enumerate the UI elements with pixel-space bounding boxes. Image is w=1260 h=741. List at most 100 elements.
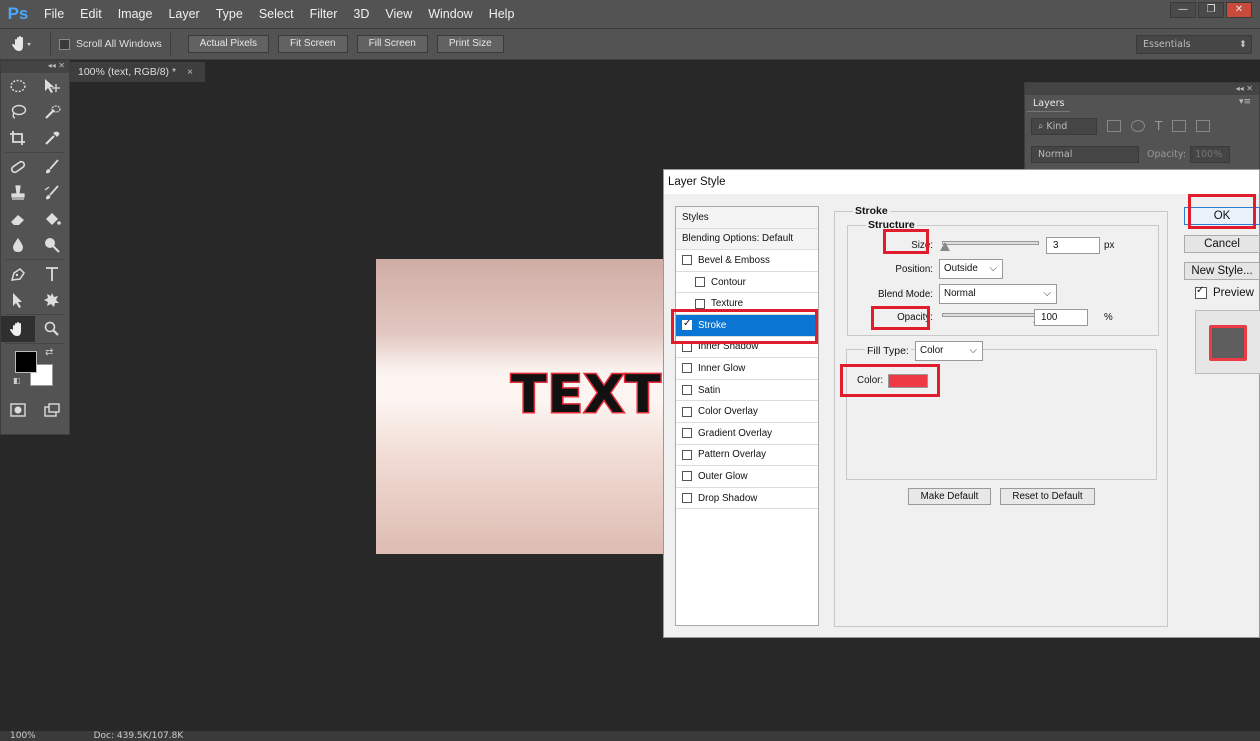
swap-colors-icon[interactable]: ⇄: [45, 347, 53, 358]
position-select[interactable]: Outside ⌵: [939, 259, 1003, 279]
fill-screen-button[interactable]: Fill Screen: [356, 35, 428, 53]
satin-checkbox[interactable]: [682, 385, 692, 396]
fit-screen-button[interactable]: Fit Screen: [278, 35, 348, 53]
quick-mask-button[interactable]: [1, 397, 35, 423]
menu-filter[interactable]: Filter: [302, 7, 346, 21]
menu-select[interactable]: Select: [251, 7, 302, 21]
pixel-filter-icon[interactable]: [1107, 120, 1121, 132]
opacity-slider[interactable]: [942, 313, 1039, 317]
style-item-pattern-overlay[interactable]: Pattern Overlay: [676, 445, 818, 467]
color-overlay-checkbox[interactable]: [682, 406, 692, 417]
size-slider-thumb[interactable]: [940, 242, 950, 251]
blending-options-item[interactable]: Blending Options: Default: [676, 228, 818, 251]
type-tool[interactable]: [35, 261, 69, 287]
type-filter-icon[interactable]: T: [1155, 119, 1162, 133]
history-brush-tool[interactable]: [35, 180, 69, 206]
shape-filter-icon[interactable]: [1172, 120, 1187, 132]
size-slider[interactable]: [942, 241, 1039, 245]
pattern-overlay-checkbox[interactable]: [682, 449, 692, 460]
move-tool[interactable]: [35, 73, 69, 99]
custom-shape-tool[interactable]: [35, 287, 69, 313]
gradient-overlay-checkbox[interactable]: [682, 428, 692, 439]
close-icon[interactable]: ×: [187, 66, 193, 78]
restore-button[interactable]: ❐: [1198, 2, 1224, 18]
bevel-emboss-checkbox[interactable]: [682, 255, 692, 266]
new-style-button[interactable]: New Style...: [1184, 262, 1260, 280]
outer-glow-checkbox[interactable]: [682, 471, 692, 482]
brush-tool[interactable]: [35, 154, 69, 180]
crop-tool[interactable]: [1, 125, 35, 151]
document-tab[interactable]: 100% (text, RGB/8) * ×: [70, 62, 205, 82]
menu-type[interactable]: Type: [208, 7, 251, 21]
quick-selection-tool[interactable]: [35, 99, 69, 125]
drop-shadow-checkbox[interactable]: [682, 493, 692, 504]
foreground-color-swatch[interactable]: [15, 351, 37, 373]
hand-tool-preset[interactable]: [0, 29, 42, 59]
eyedropper-tool[interactable]: [35, 125, 69, 151]
layer-blend-mode-select[interactable]: Normal: [1031, 145, 1139, 163]
type-t-icon: [46, 267, 58, 281]
menu-bar: Ps File Edit Image Layer Type Select Fil…: [0, 0, 1260, 28]
fill-type-select[interactable]: Color ⌵: [915, 341, 983, 361]
blur-tool[interactable]: [1, 232, 35, 258]
actual-pixels-button[interactable]: Actual Pixels: [187, 35, 270, 53]
size-input[interactable]: 3: [1046, 237, 1100, 254]
hand-tool[interactable]: [1, 316, 35, 342]
close-window-button[interactable]: ✕: [1226, 2, 1252, 18]
opacity-input[interactable]: 100: [1034, 309, 1088, 326]
menu-window[interactable]: Window: [420, 7, 480, 21]
inner-glow-checkbox[interactable]: [682, 363, 692, 374]
menu-edit[interactable]: Edit: [72, 7, 110, 21]
layers-tab[interactable]: Layers: [1027, 96, 1071, 112]
style-item-contour[interactable]: Contour: [676, 272, 818, 294]
menu-view[interactable]: View: [377, 7, 420, 21]
document-canvas[interactable]: TEXT: [376, 259, 666, 554]
zoom-level[interactable]: 100%: [10, 731, 36, 741]
path-selection-tool[interactable]: [1, 287, 35, 313]
preview-checkbox[interactable]: [1195, 285, 1207, 299]
scroll-all-windows-checkbox[interactable]: [59, 38, 70, 50]
style-item-inner-glow[interactable]: Inner Glow: [676, 358, 818, 380]
style-item-outer-glow[interactable]: Outer Glow: [676, 466, 818, 488]
contour-checkbox[interactable]: [695, 277, 705, 288]
smart-object-filter-icon[interactable]: [1196, 120, 1211, 132]
styles-header[interactable]: Styles: [676, 207, 818, 229]
adjustment-filter-icon[interactable]: [1131, 120, 1145, 132]
style-item-satin[interactable]: Satin: [676, 380, 818, 402]
healing-brush-tool[interactable]: [1, 154, 35, 180]
clone-stamp-tool[interactable]: [1, 180, 35, 206]
style-item-drop-shadow[interactable]: Drop Shadow: [676, 488, 818, 510]
menu-3d[interactable]: 3D: [345, 7, 377, 21]
kind-filter-value: Kind: [1046, 120, 1068, 132]
kind-filter-select[interactable]: ⌕ Kind: [1031, 117, 1097, 135]
layer-opacity-input[interactable]: 100%: [1190, 145, 1231, 163]
zoom-tool[interactable]: [35, 316, 69, 342]
lasso-tool[interactable]: [1, 99, 35, 125]
style-item-color-overlay[interactable]: Color Overlay: [676, 401, 818, 423]
default-colors-icon[interactable]: ◧: [13, 376, 21, 385]
reset-to-default-button[interactable]: Reset to Default: [1000, 488, 1095, 505]
eraser-tool[interactable]: [1, 206, 35, 232]
menu-layer[interactable]: Layer: [160, 7, 207, 21]
print-size-button[interactable]: Print Size: [436, 35, 504, 53]
pen-tool[interactable]: [1, 261, 35, 287]
style-item-gradient-overlay[interactable]: Gradient Overlay: [676, 423, 818, 445]
menu-image[interactable]: Image: [110, 7, 161, 21]
menu-file[interactable]: File: [36, 7, 72, 21]
preview-toggle[interactable]: Preview: [1195, 285, 1254, 299]
menu-help[interactable]: Help: [481, 7, 523, 21]
style-item-bevel-emboss[interactable]: Bevel & Emboss: [676, 250, 818, 272]
blend-mode-select[interactable]: Normal ⌵: [939, 284, 1057, 304]
make-default-button[interactable]: Make Default: [908, 488, 991, 505]
workspace-select[interactable]: Essentials ⬍: [1136, 35, 1252, 54]
paint-bucket-tool[interactable]: [35, 206, 69, 232]
cancel-button[interactable]: Cancel: [1184, 235, 1260, 253]
minimize-button[interactable]: —: [1170, 2, 1196, 18]
elliptical-marquee-tool[interactable]: [1, 73, 35, 99]
layers-panel-header[interactable]: ◂◂ ✕: [1025, 83, 1259, 95]
texture-checkbox[interactable]: [695, 298, 705, 309]
tools-panel-header[interactable]: ◂◂ ✕: [1, 61, 69, 73]
panel-menu-icon[interactable]: ▾≡: [1239, 97, 1251, 107]
dodge-tool[interactable]: [35, 232, 69, 258]
screen-mode-button[interactable]: [35, 397, 69, 423]
